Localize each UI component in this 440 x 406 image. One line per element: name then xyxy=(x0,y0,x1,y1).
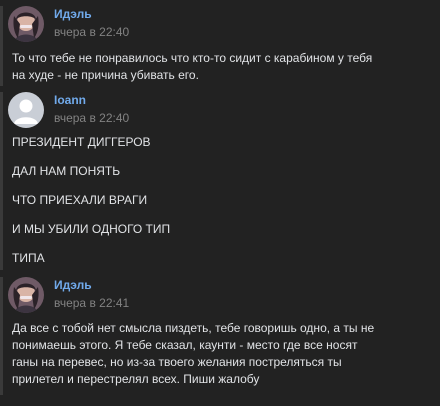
message-left-border xyxy=(0,6,3,86)
message-text: ПРЕЗИДЕНТ ДИГГЕРОВ ДАЛ НАМ ПОНЯТЬ ЧТО ПР… xyxy=(12,132,422,270)
text-line: ганы на перевес, но из-за твоего желания… xyxy=(12,355,342,369)
author-name[interactable]: Идэль xyxy=(54,278,92,292)
text-line: ДАЛ НАМ ПОНЯТЬ xyxy=(12,164,121,178)
author-name[interactable]: Ioann xyxy=(54,93,86,107)
message-time[interactable]: вчера в 22:41 xyxy=(54,296,129,310)
message-text: Да все с тобой нет смысла пиздеть, тебе … xyxy=(12,320,422,388)
text-line: И МЫ УБИЛИ ОДНОГО ТИП xyxy=(12,222,171,236)
text-line: ТИПА xyxy=(12,251,45,265)
message: Идэль вчера в 22:41 Да все с тобой нет с… xyxy=(0,277,440,395)
message-header: Идэль вчера в 22:41 xyxy=(8,277,428,319)
text-line: ЧТО ПРИЕХАЛИ ВРАГИ xyxy=(12,193,148,207)
message-left-border xyxy=(0,92,3,270)
message-text: То что тебе не понравилось что кто-то си… xyxy=(12,50,422,84)
author-name[interactable]: Идэль xyxy=(54,7,92,21)
text-line: на худе - не причина убивать его. xyxy=(12,68,199,82)
avatar-photo-icon xyxy=(8,277,44,313)
text-line: понимаешь этого. Я тебе сказал, каунти -… xyxy=(12,338,358,352)
avatar[interactable] xyxy=(8,92,44,128)
avatar[interactable] xyxy=(8,277,44,313)
text-line: ПРЕЗИДЕНТ ДИГГЕРОВ xyxy=(12,135,151,149)
text-line: То что тебе не понравилось что кто-то си… xyxy=(12,51,373,65)
message-header: Идэль вчера в 22:40 xyxy=(8,6,428,48)
message-left-border xyxy=(0,277,3,395)
message: Идэль вчера в 22:40 То что тебе не понра… xyxy=(0,6,440,86)
message-time[interactable]: вчера в 22:40 xyxy=(54,25,129,39)
avatar-photo-icon xyxy=(8,6,44,42)
text-line: Да все с тобой нет смысла пиздеть, тебе … xyxy=(12,321,375,335)
default-user-icon xyxy=(8,92,44,128)
text-line: прилетел и перестрелял всех. Пиши жалобу xyxy=(12,372,260,386)
avatar[interactable] xyxy=(8,6,44,42)
message-time[interactable]: вчера в 22:40 xyxy=(54,111,129,125)
message-header: Ioann вчера в 22:40 xyxy=(8,92,428,134)
message-feed: Идэль вчера в 22:40 То что тебе не понра… xyxy=(0,0,440,406)
message: Ioann вчера в 22:40 ПРЕЗИДЕНТ ДИГГЕРОВ Д… xyxy=(0,92,440,270)
